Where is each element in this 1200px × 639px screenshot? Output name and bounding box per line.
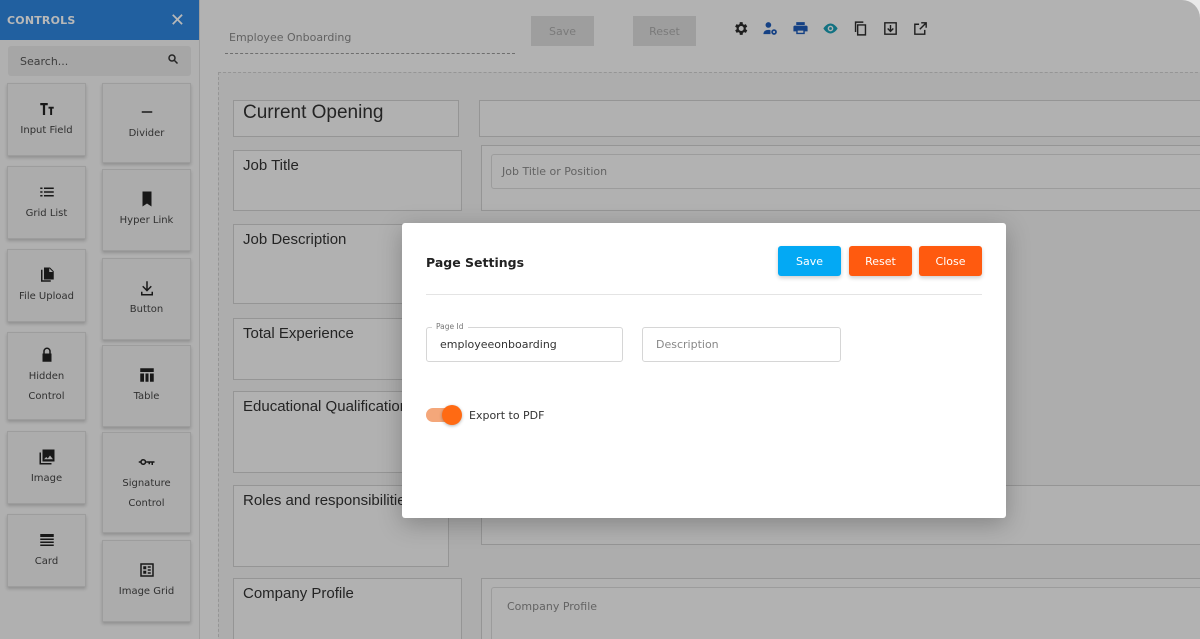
description-field[interactable]: Description <box>642 327 841 362</box>
app-frame: Employee Onboarding Save Reset Current O… <box>0 0 1200 639</box>
modal-title: Page Settings <box>426 255 525 270</box>
modal-divider <box>426 294 982 295</box>
toggle-knob <box>442 405 462 425</box>
page-id-field[interactable]: employeeonboarding <box>426 327 623 362</box>
page-id-label: Page Id <box>432 322 468 331</box>
modal-close-button[interactable]: Close <box>919 246 982 276</box>
page-settings-modal: Page Settings Save Reset Close employeeo… <box>402 223 1006 518</box>
modal-save-button[interactable]: Save <box>778 246 841 276</box>
export-pdf-label: Export to PDF <box>469 409 545 422</box>
export-pdf-toggle[interactable] <box>426 405 462 425</box>
modal-reset-button[interactable]: Reset <box>849 246 912 276</box>
